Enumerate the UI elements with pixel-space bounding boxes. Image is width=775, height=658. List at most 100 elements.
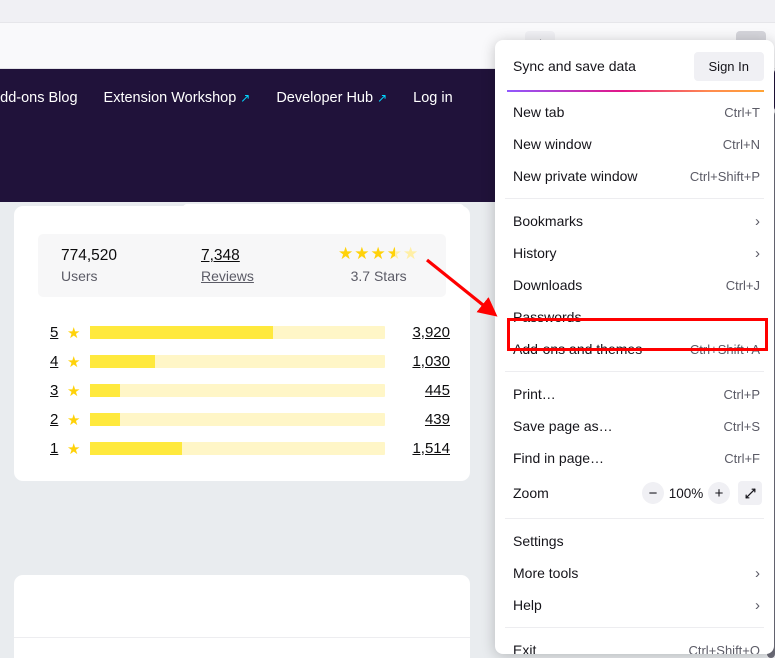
menu-item-history[interactable]: History › xyxy=(495,237,774,269)
stats-strip: 774,520 Users 7,348 Reviews ★★★★★ 3.7 St… xyxy=(38,234,446,297)
stat-users: 774,520 Users xyxy=(61,247,117,284)
menu-item-print[interactable]: Print… Ctrl+P xyxy=(495,378,774,410)
menu-item-shortcut: Ctrl+Shift+P xyxy=(689,168,760,184)
zoom-out-button[interactable]: − xyxy=(642,482,664,504)
star-icon: ★ xyxy=(67,353,81,371)
menu-item-shortcut: Ctrl+Shift+Q xyxy=(688,642,760,655)
nav-link-extension-workshop[interactable]: Extension Workshop ↗ xyxy=(104,90,251,106)
rating-count[interactable]: 439 xyxy=(395,411,450,428)
separator xyxy=(505,627,764,628)
sign-in-button[interactable]: Sign In xyxy=(693,51,764,81)
chevron-right-icon: › xyxy=(755,596,760,614)
rating-bucket-label[interactable]: 4 xyxy=(50,353,63,370)
star-icon: ★ xyxy=(67,324,81,342)
nav-link-label: x Add-ons Blog xyxy=(0,90,78,106)
gradient-separator xyxy=(507,90,764,92)
nav-link-developer-hub[interactable]: Developer Hub ↗ xyxy=(276,90,387,106)
bar-fill xyxy=(90,413,120,426)
table-row[interactable]: 1 ★ 1,514 xyxy=(50,434,450,463)
bar-track xyxy=(90,326,385,339)
rating-count[interactable]: 1,514 xyxy=(395,440,450,457)
menu-item-label: Settings xyxy=(513,533,564,549)
table-row[interactable]: 4 ★ 1,030 xyxy=(50,347,450,376)
bar-track xyxy=(90,355,385,368)
bar-fill xyxy=(90,384,120,397)
menu-item-shortcut: Ctrl+J xyxy=(725,277,760,293)
stat-rating: ★★★★★ 3.7 Stars xyxy=(338,244,419,284)
star-icon: ★ xyxy=(67,440,81,458)
rating-bucket-label[interactable]: 3 xyxy=(50,382,63,399)
external-link-icon: ↗ xyxy=(240,91,251,105)
menu-item-save-page-as[interactable]: Save page as… Ctrl+S xyxy=(495,410,774,442)
star-rating-icons: ★★★★★ xyxy=(338,244,420,263)
chevron-right-icon: › xyxy=(755,564,760,582)
rating-count[interactable]: 3,920 xyxy=(395,324,450,341)
menu-item-label: Help xyxy=(513,597,542,613)
separator xyxy=(505,371,764,372)
rating-bucket-label[interactable]: 1 xyxy=(50,440,63,457)
reviews-label[interactable]: Reviews xyxy=(201,268,254,284)
menu-item-label: Passwords xyxy=(513,309,582,325)
menu-item-downloads[interactable]: Downloads Ctrl+J xyxy=(495,269,774,301)
screenshot-root: x Add-ons Blog Extension Workshop ↗ Deve… xyxy=(0,0,775,658)
star-icon: ★ xyxy=(67,382,81,400)
menu-item-exit[interactable]: Exit Ctrl+Shift+Q xyxy=(495,634,774,654)
menu-item-shortcut: Ctrl+S xyxy=(723,418,760,434)
zoom-label: Zoom xyxy=(513,485,549,501)
menu-item-shortcut: Ctrl+P xyxy=(723,386,760,402)
menu-item-label: Downloads xyxy=(513,277,583,293)
separator xyxy=(505,198,764,199)
ratings-card: 774,520 Users 7,348 Reviews ★★★★★ 3.7 St… xyxy=(14,206,470,481)
menu-item-label: Add-ons and themes xyxy=(513,341,643,357)
nav-link-label: Log in xyxy=(413,90,453,106)
menu-item-label: Print… xyxy=(513,386,556,402)
table-row[interactable]: 2 ★ 439 xyxy=(50,405,450,434)
bar-track xyxy=(90,384,385,397)
zoom-level-value[interactable]: 100% xyxy=(664,486,708,501)
menu-item-new-tab[interactable]: New tab Ctrl+T xyxy=(495,96,774,128)
menu-item-label: New window xyxy=(513,136,592,152)
menu-item-label: More tools xyxy=(513,565,579,581)
rating-bucket-label[interactable]: 2 xyxy=(50,411,63,428)
menu-item-find-in-page[interactable]: Find in page… Ctrl+F xyxy=(495,442,774,474)
table-row[interactable]: 5 ★ 3,920 xyxy=(50,318,450,347)
menu-item-label: New private window xyxy=(513,168,638,184)
menu-item-addons-and-themes[interactable]: Add-ons and themes Ctrl+Shift+A xyxy=(495,333,774,365)
menu-item-settings[interactable]: Settings xyxy=(495,525,774,557)
reviews-value[interactable]: 7,348 xyxy=(201,247,254,265)
menu-item-bookmarks[interactable]: Bookmarks › xyxy=(495,205,774,237)
menu-item-label: New tab xyxy=(513,104,565,120)
rating-count[interactable]: 1,030 xyxy=(395,353,450,370)
menu-item-new-private-window[interactable]: New private window Ctrl+Shift+P xyxy=(495,160,774,192)
star-icon: ★ xyxy=(67,411,81,429)
sync-label: Sync and save data xyxy=(513,58,636,74)
menu-item-shortcut: Ctrl+T xyxy=(724,104,760,120)
menu-item-label: Find in page… xyxy=(513,450,605,466)
rating-bucket-label[interactable]: 5 xyxy=(50,324,63,341)
menu-item-label: Save page as… xyxy=(513,418,613,434)
table-row[interactable]: 3 ★ 445 xyxy=(50,376,450,405)
rating-count[interactable]: 445 xyxy=(395,382,450,399)
nav-link-log-in[interactable]: Log in xyxy=(413,90,453,106)
menu-item-passwords[interactable]: Passwords xyxy=(495,301,774,333)
bar-fill xyxy=(90,355,156,368)
menu-item-more-tools[interactable]: More tools › xyxy=(495,557,774,589)
fullscreen-icon[interactable] xyxy=(738,481,762,505)
bar-fill xyxy=(90,326,274,339)
menu-item-shortcut: Ctrl+Shift+A xyxy=(689,341,760,357)
menu-item-shortcut: Ctrl+F xyxy=(724,450,760,466)
menu-item-help[interactable]: Help › xyxy=(495,589,774,621)
bar-fill xyxy=(90,442,182,455)
menu-item-label: Exit xyxy=(513,642,537,654)
zoom-in-button[interactable]: + xyxy=(708,482,730,504)
browser-tab-strip xyxy=(0,0,775,23)
stat-reviews[interactable]: 7,348 Reviews xyxy=(201,247,254,284)
menu-item-new-window[interactable]: New window Ctrl+N xyxy=(495,128,774,160)
menu-item-label: History xyxy=(513,245,557,261)
rating-distribution-chart: 5 ★ 3,920 4 ★ 1,030 3 ★ 445 2 ★ 439 1 ★ … xyxy=(50,318,450,463)
nav-link-blog[interactable]: x Add-ons Blog xyxy=(0,90,78,106)
menu-item-label: Bookmarks xyxy=(513,213,584,229)
external-link-icon: ↗ xyxy=(377,91,388,105)
menu-item-shortcut: Ctrl+N xyxy=(722,136,760,152)
bar-track xyxy=(90,413,385,426)
